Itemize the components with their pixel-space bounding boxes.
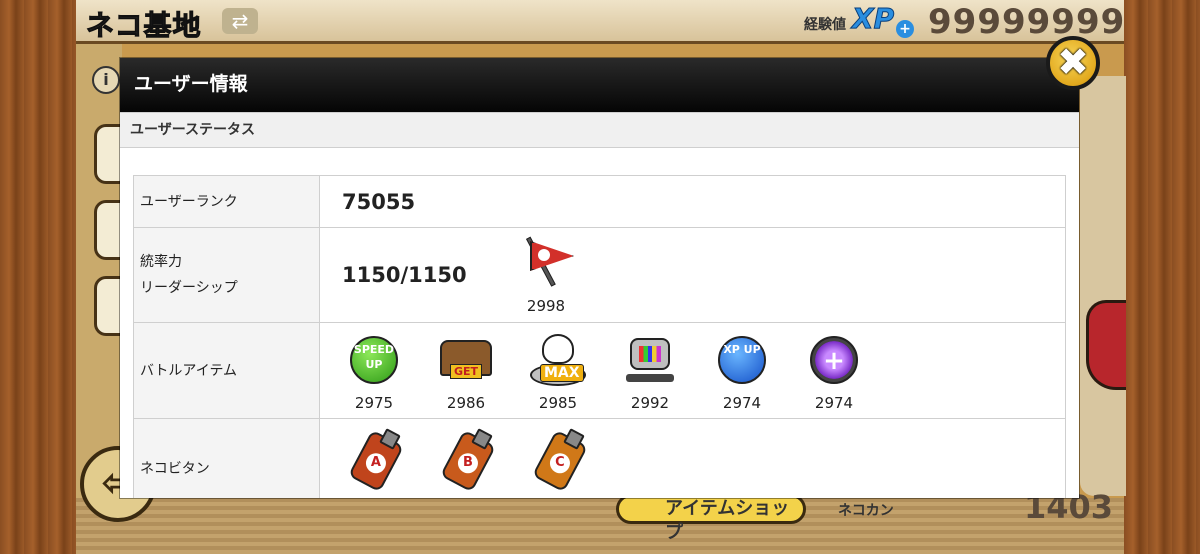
- nekovitan-c-icon: C: [528, 429, 589, 493]
- wood-frame-right: [1124, 0, 1200, 554]
- list-item: XP UP 2974: [696, 330, 788, 412]
- list-item: 2992: [604, 330, 696, 412]
- table-row: バトルアイテム SPEED UP 2975 GET 2986 MAX 2985 …: [133, 322, 1066, 419]
- item-shop-button[interactable]: アイテムショップ: [616, 494, 806, 543]
- user-info-modal: ユーザー情報 ユーザーステータス ユーザーランク 75055 統率力 リーダーシ…: [120, 58, 1079, 498]
- row-label: バトルアイテム: [133, 322, 320, 419]
- table-row: ユーザーランク 75055: [133, 175, 1066, 228]
- xp-value: 99999999: [928, 2, 1126, 42]
- bottom-strip: [76, 498, 1124, 554]
- item-count: 2986: [446, 393, 486, 412]
- table-row: 統率力 リーダーシップ 1150/1150 2998: [133, 227, 1066, 323]
- close-button[interactable]: ✖: [1046, 36, 1100, 90]
- list-item: SPEED UP 2975: [328, 330, 420, 412]
- row-label: ユーザーランク: [133, 175, 320, 228]
- list-item: A: [328, 429, 420, 493]
- xp-label: 経験値: [804, 17, 846, 33]
- item-count: 2974: [722, 393, 762, 412]
- leadership-flag-icon: [516, 235, 576, 293]
- item-count: 2974: [814, 393, 854, 412]
- table-row: ネコビタン A B C: [133, 418, 1066, 498]
- swap-icon[interactable]: ⇄: [222, 8, 258, 34]
- item-count: 2992: [630, 393, 670, 412]
- info-icon[interactable]: i: [92, 66, 120, 94]
- treasure-radar-icon: GET: [436, 330, 496, 390]
- right-panel: [1080, 76, 1126, 496]
- catfood-label: ネコカン: [838, 503, 894, 519]
- xp-icon: XP: [851, 2, 895, 36]
- user-status-table: ユーザーランク 75055 統率力 リーダーシップ 1150/1150 2998…: [133, 175, 1066, 498]
- list-item: C: [512, 429, 604, 493]
- nekovitan-b-icon: B: [436, 429, 497, 493]
- xp-plus-icon[interactable]: +: [896, 20, 914, 38]
- item-count: 2975: [354, 393, 394, 412]
- row-label: 統率力: [140, 254, 182, 270]
- rich-cat-max-icon: MAX: [528, 330, 588, 390]
- list-item: MAX 2985: [512, 330, 604, 412]
- speed-up-icon: SPEED UP: [344, 330, 404, 390]
- user-rank-value: 75055: [342, 189, 416, 214]
- list-item: GET 2986: [420, 330, 512, 412]
- item-count: 2985: [538, 393, 578, 412]
- xp-up-icon: XP UP: [712, 330, 772, 390]
- wood-frame-left: [0, 0, 80, 554]
- sniper-cat-icon: [804, 330, 864, 390]
- nekovitan-a-icon: A: [344, 429, 405, 493]
- modal-title: ユーザー情報: [120, 58, 1079, 112]
- leadership-value: 1150/1150: [342, 263, 467, 287]
- section-header: ユーザーステータス: [120, 112, 1079, 148]
- row-label: ネコビタン: [133, 418, 320, 498]
- list-item: B: [420, 429, 512, 493]
- character-art: [1086, 300, 1126, 390]
- list-item: 2998: [500, 235, 592, 315]
- cat-cpu-icon: [620, 330, 680, 390]
- item-count: 2998: [526, 297, 566, 315]
- row-label: リーダーシップ: [140, 280, 238, 296]
- list-item: 2974: [788, 330, 880, 412]
- base-title: ネコ基地: [85, 9, 202, 43]
